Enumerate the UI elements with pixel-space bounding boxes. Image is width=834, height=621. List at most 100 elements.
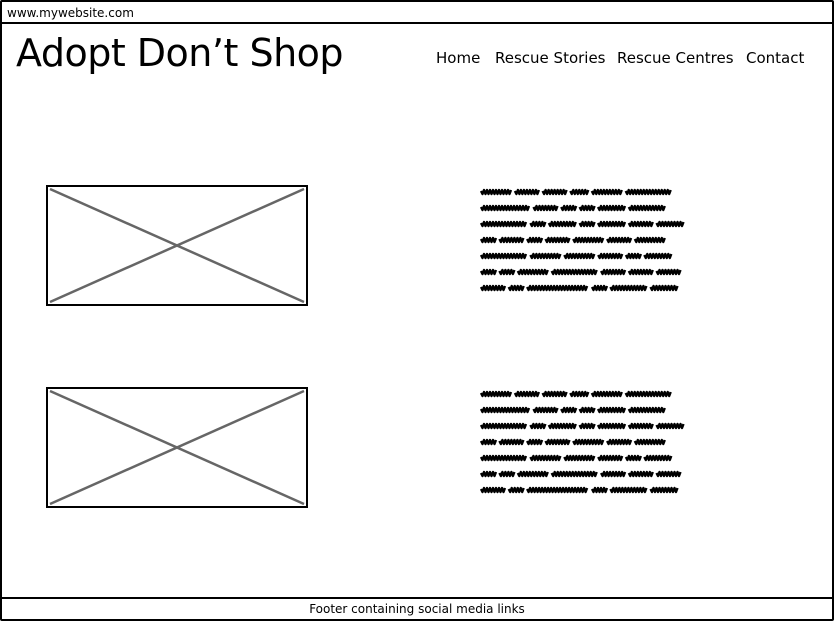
scribble-word: [560, 406, 578, 414]
scribble-word: [479, 220, 528, 228]
scribble-word: [627, 406, 666, 414]
scribble-word: [624, 252, 643, 260]
image-placeholder-icon: [46, 185, 308, 306]
scribble-word: [572, 438, 605, 446]
scribble-word: [590, 390, 623, 398]
image-placeholder: [46, 387, 308, 508]
scribble-word: [606, 236, 633, 244]
scribble-word: [526, 438, 544, 446]
image-placeholder: [46, 185, 308, 306]
scribble-word: [516, 470, 549, 478]
scribble-word: [547, 422, 577, 430]
scribble-word: [600, 268, 627, 276]
lorem-scribble-icon: [479, 390, 685, 494]
scribble-word: [479, 268, 498, 276]
scribble-word: [627, 422, 654, 430]
scribble-word: [498, 438, 525, 446]
scribble-word: [526, 284, 589, 292]
scribble-word: [609, 486, 648, 494]
text-scribble-block: [479, 387, 760, 501]
scribble-word: [655, 422, 685, 430]
scribble-word: [633, 236, 666, 244]
scribble-word: [550, 268, 598, 276]
scribble-word: [633, 438, 666, 446]
scribble-word: [529, 422, 547, 430]
scribble-word: [563, 454, 596, 462]
scribble-word: [590, 486, 609, 494]
scribble-word: [596, 220, 627, 228]
scribble-word: [597, 454, 624, 462]
nav-contact-link[interactable]: Contact: [746, 48, 804, 68]
scribble-word: [479, 252, 528, 260]
scribble-word: [655, 470, 682, 478]
scribble-word: [643, 454, 673, 462]
scribble-word: [606, 438, 633, 446]
scribble-word: [547, 220, 577, 228]
scribble-word: [600, 470, 627, 478]
scribble-word: [529, 252, 562, 260]
scribble-word: [544, 236, 571, 244]
scribble-word: [498, 470, 516, 478]
scribble-word: [649, 486, 679, 494]
scribble-word: [479, 390, 513, 398]
scribble-word: [516, 268, 549, 276]
scribble-word: [479, 188, 513, 196]
scribble-word: [526, 486, 589, 494]
scribble-word: [572, 236, 605, 244]
scribble-word: [655, 220, 685, 228]
scribble-word: [479, 284, 507, 292]
scribble-word: [578, 406, 596, 414]
scribble-word: [479, 406, 531, 414]
scribble-word: [513, 390, 541, 398]
scribble-word: [479, 470, 498, 478]
scribble-word: [596, 422, 627, 430]
scribble-word: [578, 220, 596, 228]
scribble-word: [479, 486, 507, 494]
scribble-word: [609, 284, 648, 292]
nav-rescue-stories-link[interactable]: Rescue Stories: [495, 48, 606, 68]
scribble-word: [541, 390, 568, 398]
scribble-word: [479, 236, 498, 244]
scribble-word: [597, 252, 624, 260]
scribble-word: [498, 236, 525, 244]
scribble-word: [624, 390, 672, 398]
scribble-word: [532, 204, 559, 212]
scribble-word: [544, 438, 571, 446]
scribble-word: [550, 470, 598, 478]
nav-rescue-centres-link[interactable]: Rescue Centres: [617, 48, 734, 68]
scribble-word: [529, 454, 562, 462]
scribble-word: [590, 188, 623, 196]
scribble-word: [498, 268, 516, 276]
scribble-word: [541, 188, 568, 196]
scribble-word: [655, 268, 682, 276]
scribble-word: [563, 252, 596, 260]
scribble-word: [627, 220, 654, 228]
scribble-word: [624, 454, 643, 462]
scribble-word: [507, 486, 525, 494]
scribble-word: [479, 454, 528, 462]
footer-text: Footer containing social media links: [309, 602, 525, 616]
site-title: Adopt Don’t Shop: [16, 31, 344, 75]
scribble-word: [526, 236, 544, 244]
browser-window-frame: [0, 0, 834, 621]
footer: Footer containing social media links: [2, 597, 832, 619]
image-placeholder-icon: [46, 387, 308, 508]
scribble-word: [627, 268, 654, 276]
nav-home-link[interactable]: Home: [436, 48, 480, 68]
scribble-word: [590, 284, 609, 292]
url-text: www.mywebsite.com: [7, 6, 134, 20]
scribble-word: [624, 188, 672, 196]
scribble-word: [532, 406, 559, 414]
scribble-word: [649, 284, 679, 292]
scribble-word: [596, 204, 627, 212]
scribble-word: [643, 252, 673, 260]
scribble-word: [627, 204, 666, 212]
scribble-word: [569, 390, 590, 398]
scribble-word: [560, 204, 578, 212]
address-bar[interactable]: www.mywebsite.com: [2, 2, 832, 24]
scribble-word: [627, 470, 654, 478]
scribble-word: [569, 188, 590, 196]
scribble-word: [507, 284, 525, 292]
lorem-scribble-icon: [479, 188, 685, 292]
scribble-word: [479, 438, 498, 446]
